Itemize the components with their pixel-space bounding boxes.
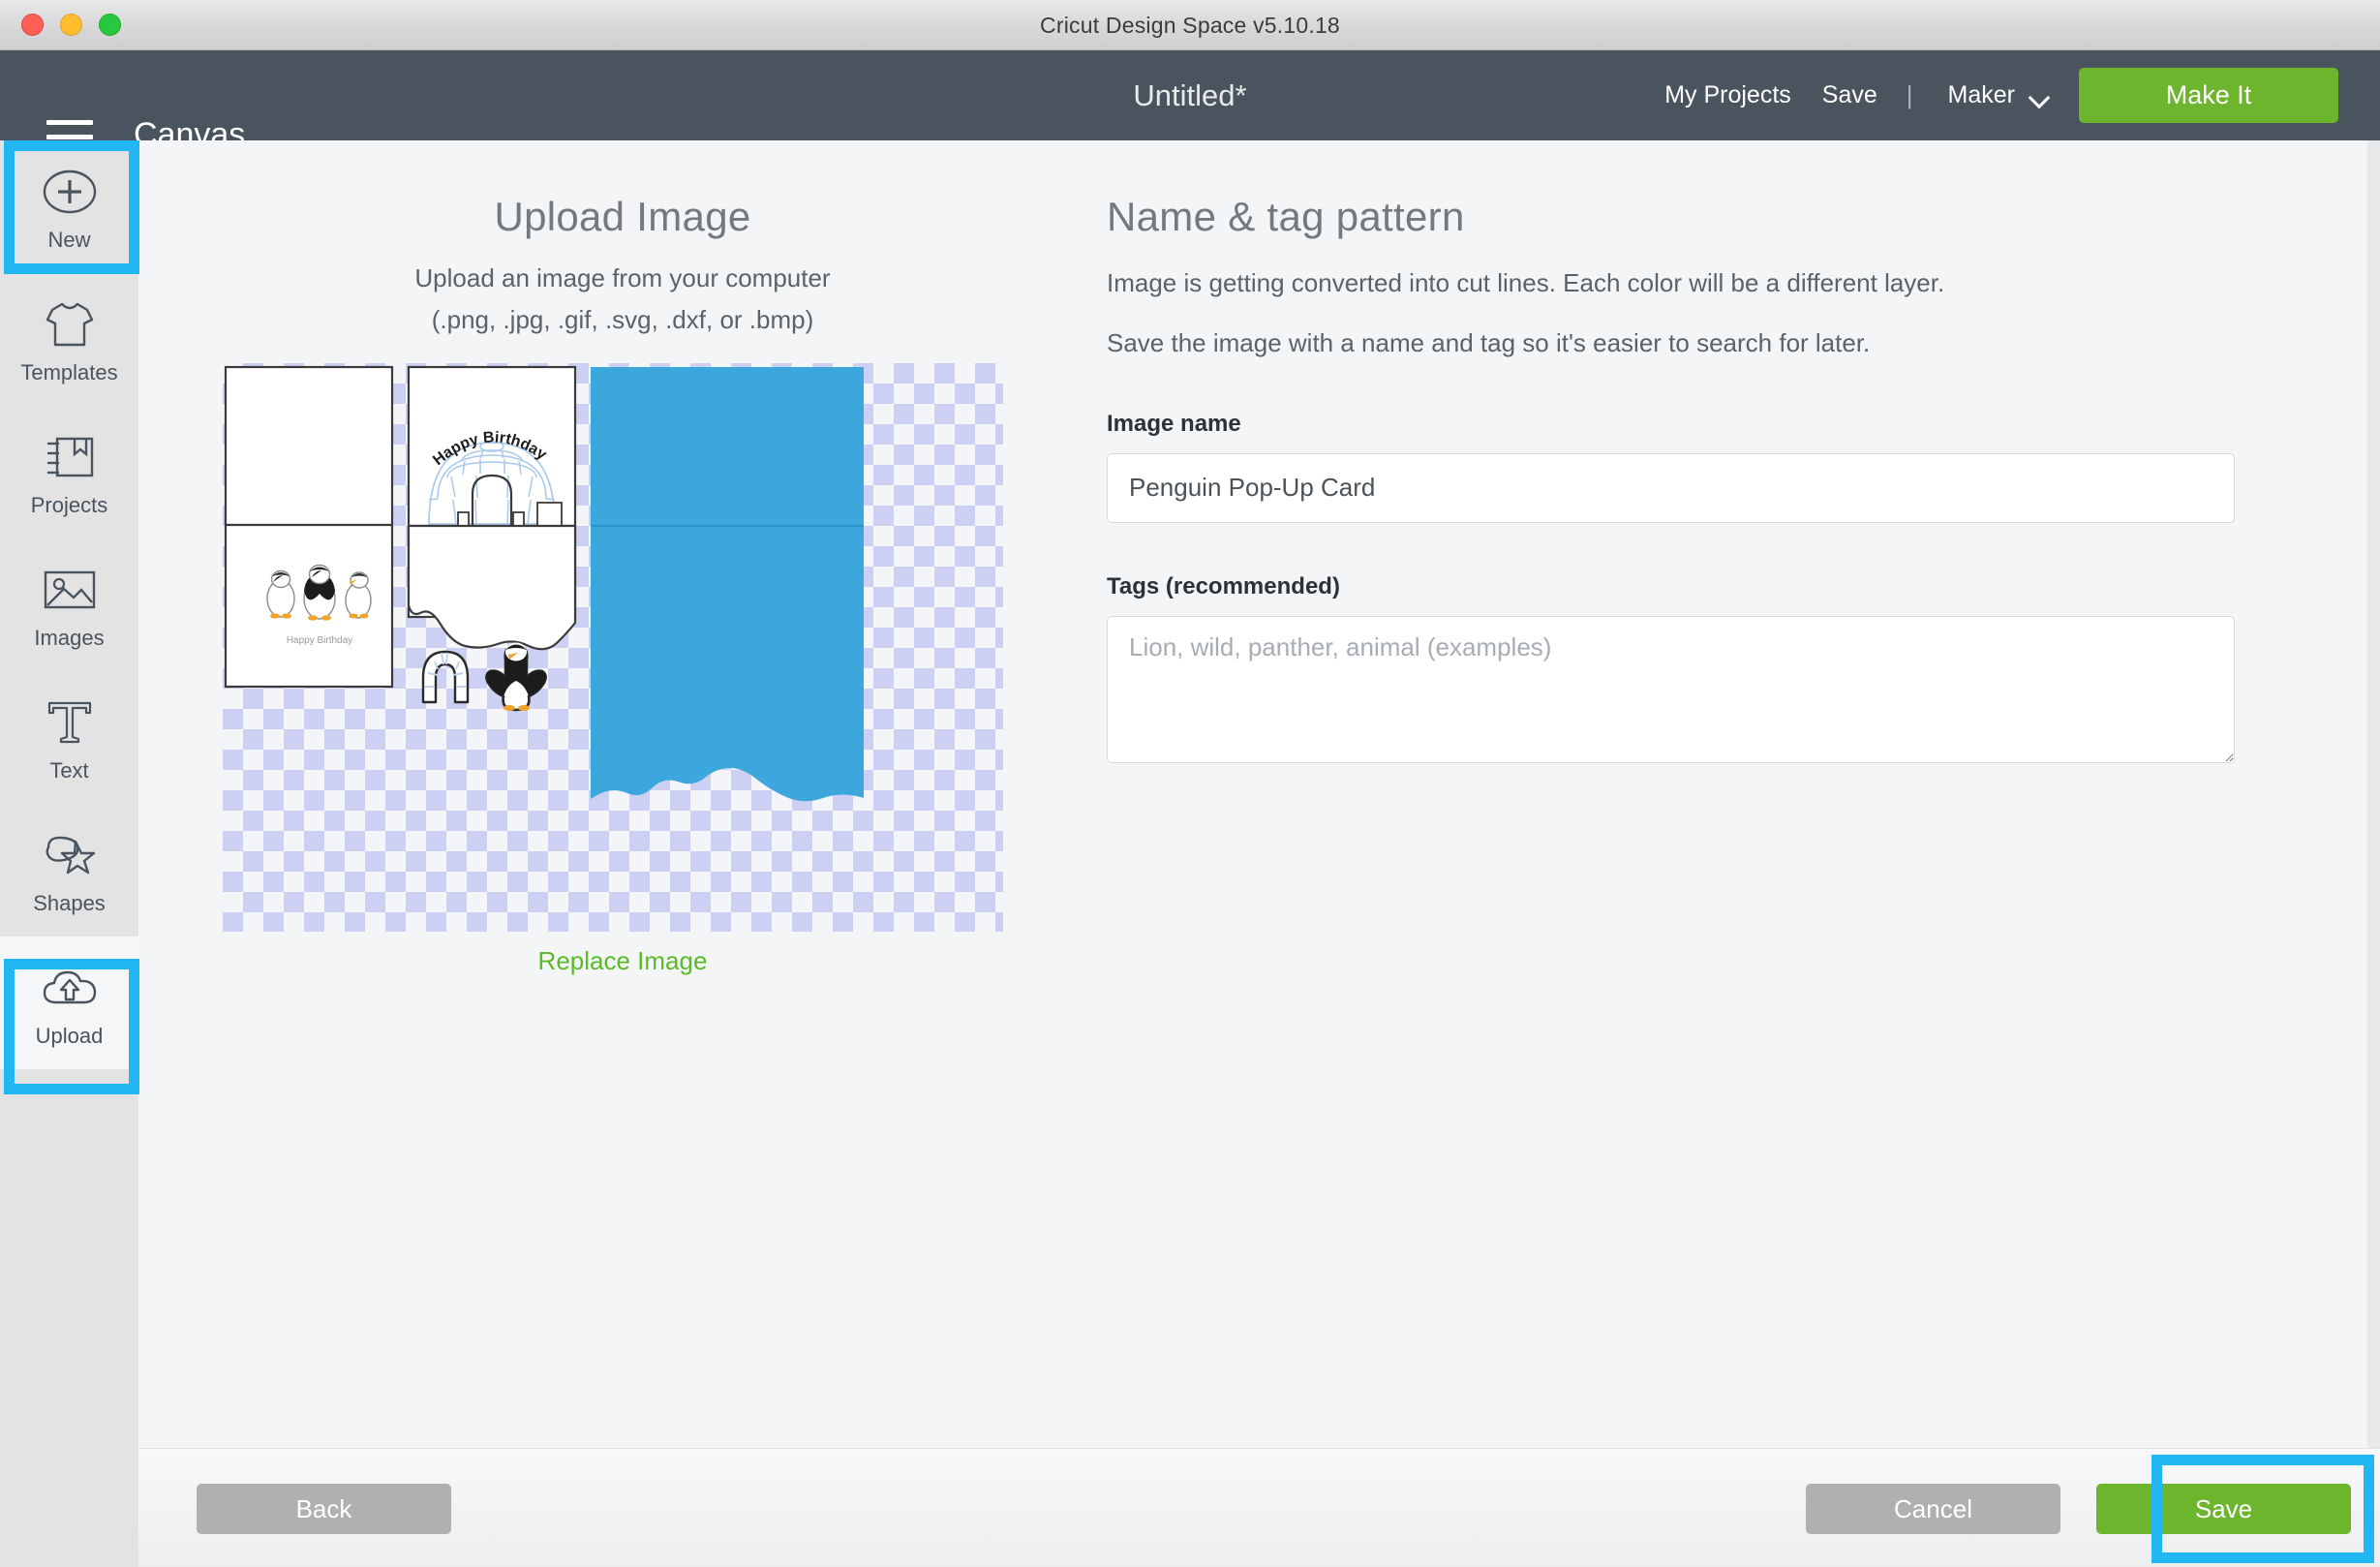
upload-panel-title: Upload Image: [494, 194, 751, 239]
sidebar-item-label: Upload: [35, 1023, 104, 1048]
book-icon: [42, 427, 98, 487]
name-panel-paragraph-1: Image is getting converted into cut line…: [1107, 268, 1945, 297]
header-divider: |: [1906, 80, 1913, 109]
window-title: Cricut Design Space v5.10.18: [1040, 13, 1340, 38]
upload-panel-formats: (.png, .jpg, .gif, .svg, .dxf, or .bmp): [431, 305, 814, 334]
sidebar-item-label: Images: [34, 625, 105, 650]
shapes-star-icon: [41, 825, 99, 885]
sidebar-item-new[interactable]: New: [0, 140, 138, 273]
chevron-down-icon: [2030, 90, 2050, 101]
sidebar-item-text[interactable]: Text: [0, 671, 138, 804]
tags-label: Tags (recommended): [1107, 572, 1340, 599]
image-name-label: Image name: [1107, 410, 1241, 437]
plus-circle-icon: [43, 162, 97, 222]
upload-panel-subtitle: Upload an image from your computer: [414, 263, 831, 292]
sidebar-item-label: New: [47, 227, 91, 252]
penguin-trio: [266, 564, 372, 621]
window-titlebar: Cricut Design Space v5.10.18: [0, 0, 2380, 50]
preview-artwork: Happy Birthday Happy Birthday: [224, 365, 864, 802]
cloud-upload-icon: [40, 958, 100, 1018]
sidebar-item-templates[interactable]: Templates: [0, 273, 138, 406]
dialog-footer: Back Cancel Save: [138, 1448, 2380, 1567]
sidebar-item-upload[interactable]: Upload: [0, 937, 138, 1069]
sidebar-item-label: Text: [49, 757, 89, 783]
header-save-link[interactable]: Save: [1807, 81, 1893, 109]
sidebar-item-label: Shapes: [33, 890, 106, 915]
my-projects-link[interactable]: My Projects: [1649, 81, 1807, 109]
replace-image-link[interactable]: Replace Image: [138, 946, 1107, 976]
tags-input[interactable]: [1107, 615, 2235, 763]
name-panel-paragraph-2: Save the image with a name and tag so it…: [1107, 327, 1871, 357]
name-panel-title: Name & tag pattern: [1107, 194, 1465, 239]
penguin-cut-piece: [485, 642, 547, 712]
sidebar-item-shapes[interactable]: Shapes: [0, 804, 138, 937]
tshirt-icon: [41, 294, 99, 354]
text-t-icon: [44, 692, 96, 753]
sidebar-item-label: Templates: [20, 359, 118, 384]
app-header: Canvas Untitled* My Projects Save | Make…: [0, 50, 2380, 154]
sidebar-item-label: Projects: [30, 492, 108, 517]
vertical-scrollbar[interactable]: [2367, 140, 2380, 1567]
save-button[interactable]: Save: [2096, 1484, 2351, 1534]
left-icon-rail: New Templates Projects Images Text Shape…: [0, 140, 138, 1567]
back-button[interactable]: Back: [197, 1484, 451, 1534]
igloo-arch-piece: [421, 650, 470, 704]
machine-selector[interactable]: Maker: [1927, 81, 2067, 109]
name-tag-panel: Name & tag pattern Image is getting conv…: [1107, 140, 2365, 763]
app-header-actions: My Projects Save | Maker Make It: [1649, 50, 2380, 140]
upload-image-panel: Upload Image Upload an image from your c…: [138, 140, 1107, 975]
cancel-button[interactable]: Cancel: [1806, 1484, 2060, 1534]
machine-label: Maker: [1947, 81, 2015, 108]
sidebar-item-projects[interactable]: Projects: [0, 406, 138, 538]
inner-card-greeting: Happy Birthday: [287, 635, 352, 646]
image-preview[interactable]: Happy Birthday Happy Birthday: [223, 363, 1003, 932]
picture-icon: [41, 560, 99, 620]
sidebar-item-images[interactable]: Images: [0, 538, 138, 671]
make-it-button[interactable]: Make It: [2079, 68, 2338, 123]
image-name-input[interactable]: [1107, 452, 2235, 523]
main-content: Upload Image Upload an image from your c…: [138, 140, 2380, 1567]
blue-backing-card: [591, 367, 864, 802]
